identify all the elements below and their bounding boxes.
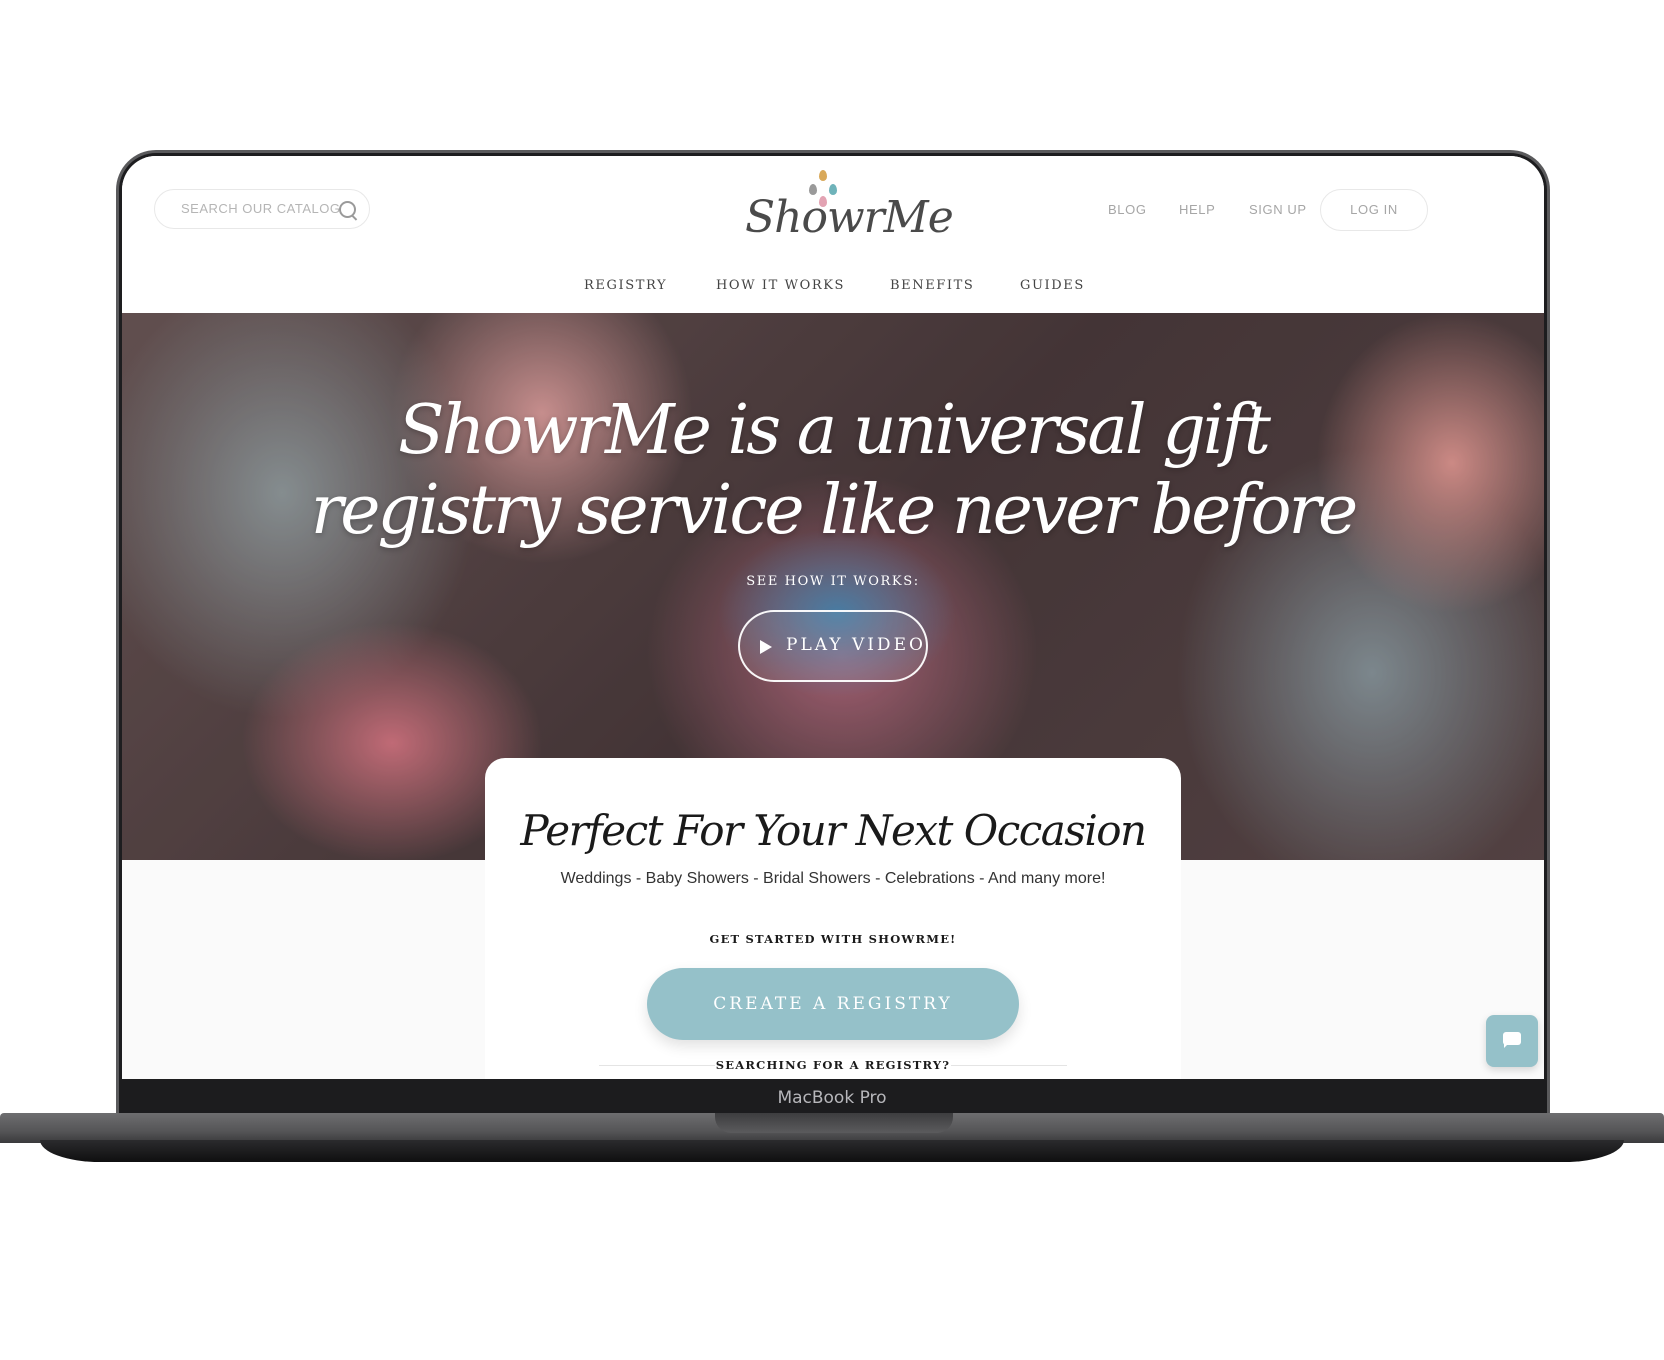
browser-screen: SEARCH OUR CATALOG ShowrMe BLOG HELP SIG… — [122, 156, 1544, 1079]
card-subtitle: Weddings - Baby Showers - Bridal Showers… — [560, 870, 1106, 887]
searching-registry-label[interactable]: SEARCHING FOR A REGISTRY? — [485, 1058, 1181, 1072]
play-video-button[interactable]: PLAY VIDEO — [738, 610, 928, 682]
nav-item-guides[interactable]: GUIDES — [1020, 278, 1085, 293]
blog-link[interactable]: BLOG — [1108, 202, 1147, 217]
hero-title: ShowrMe is a universal gift registry ser… — [122, 391, 1544, 551]
chat-bubble-icon — [1503, 1032, 1521, 1048]
logo-text: ShowrMe — [745, 192, 954, 243]
nav-item-how-it-works[interactable]: HOW IT WORKS — [716, 278, 845, 293]
sign-up-link[interactable]: SIGN UP — [1249, 202, 1307, 217]
main-nav: REGISTRY HOW IT WORKS BENEFITS GUIDES — [122, 257, 1544, 313]
play-icon — [760, 640, 772, 654]
nav-item-benefits[interactable]: BENEFITS — [890, 278, 974, 293]
card-title: Perfect For Your Next Occasion — [520, 806, 1147, 855]
search-icon[interactable] — [339, 201, 356, 218]
hero-title-line: registry service like never before — [310, 471, 1359, 550]
get-started-label: GET STARTED WITH SHOWRME! — [709, 932, 957, 946]
logo[interactable]: ShowrMe — [737, 170, 954, 250]
chat-button[interactable] — [1486, 1015, 1538, 1067]
laptop-base-bottom — [40, 1140, 1624, 1162]
log-in-button[interactable]: LOG IN — [1320, 189, 1428, 231]
device-label: MacBook Pro — [777, 1088, 887, 1108]
create-registry-button[interactable]: CREATE A REGISTRY — [647, 968, 1019, 1040]
search-placeholder: SEARCH OUR CATALOG — [181, 201, 341, 216]
site-header: SEARCH OUR CATALOG ShowrMe BLOG HELP SIG… — [122, 156, 1544, 259]
search-input[interactable]: SEARCH OUR CATALOG — [154, 189, 370, 229]
logo-drop-icon — [819, 170, 827, 181]
hero-subtitle: SEE HOW IT WORKS: — [746, 574, 920, 589]
help-link[interactable]: HELP — [1179, 202, 1215, 217]
nav-item-registry[interactable]: REGISTRY — [584, 278, 667, 293]
hero-title-line: ShowrMe is a universal gift — [397, 391, 1271, 470]
play-video-label: PLAY VIDEO — [786, 635, 926, 655]
laptop-notch — [715, 1113, 953, 1133]
occasion-card: Perfect For Your Next Occasion Weddings … — [485, 758, 1181, 1079]
